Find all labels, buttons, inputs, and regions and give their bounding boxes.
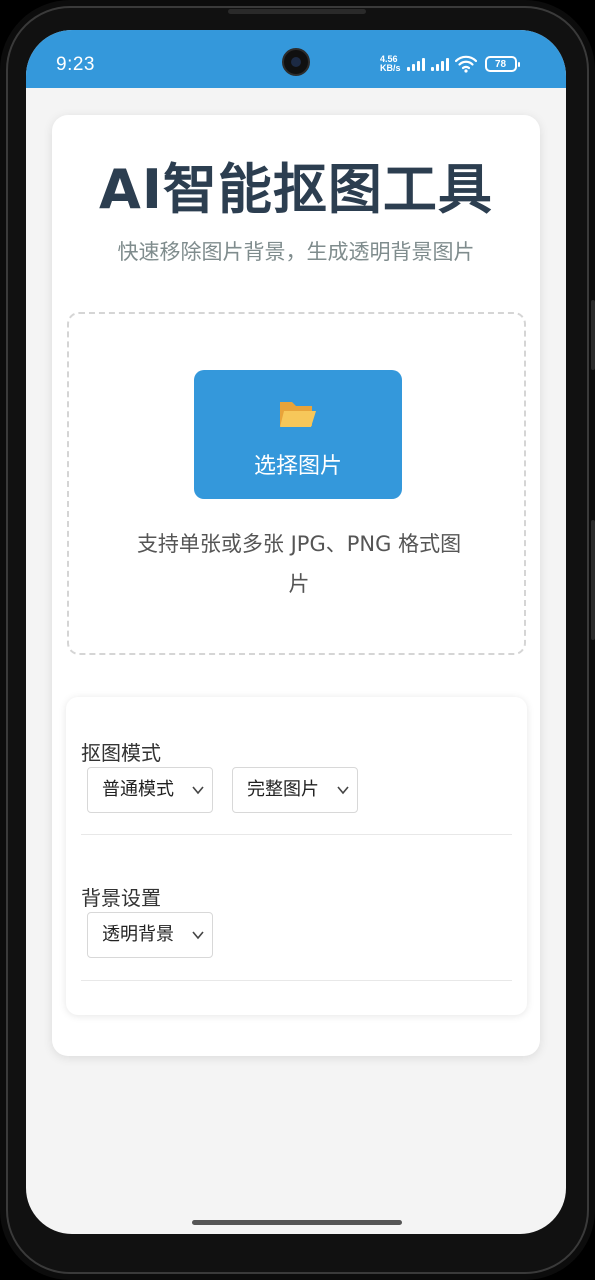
signal-icon (406, 57, 425, 71)
divider (81, 980, 512, 981)
chevron-down-icon (337, 786, 349, 795)
chevron-down-icon (192, 931, 204, 940)
battery-level: 78 (494, 58, 507, 70)
status-bar: 9:23 4.56 KB/s 78 (26, 30, 566, 88)
network-speed: 4.56 KB/s (380, 55, 401, 73)
upload-hint: 支持单张或多张 JPG、PNG 格式图片 (136, 532, 462, 596)
screen: 9:23 4.56 KB/s 78 AI智能抠图工具 快速移除图片背景，生成透明… (26, 30, 566, 1234)
select-image-button[interactable]: 选择图片 (194, 370, 402, 499)
scope-select[interactable]: 完整图片 (232, 767, 358, 813)
mode-select[interactable]: 普通模式 (87, 767, 213, 813)
home-indicator[interactable] (192, 1220, 402, 1225)
battery-icon: 78 (484, 56, 520, 72)
background-label: 背景设置 (81, 886, 161, 910)
status-icons: 4.56 KB/s 78 (380, 52, 520, 76)
wifi-icon (454, 55, 477, 73)
network-speed-unit: KB/s (380, 63, 401, 73)
scope-select-value: 完整图片 (247, 779, 319, 800)
settings-panel: 抠图模式 普通模式 完整图片 背景设置 透明背景 (66, 697, 527, 1015)
folder-open-icon (280, 402, 316, 427)
select-image-label: 选择图片 (253, 454, 342, 479)
status-time: 9:23 (56, 54, 95, 75)
upload-dropzone[interactable]: 选择图片 支持单张或多张 JPG、PNG 格式图片 (67, 312, 526, 655)
power-button (591, 520, 595, 640)
divider (81, 834, 512, 835)
mode-select-value: 普通模式 (102, 779, 174, 800)
mode-label: 抠图模式 (81, 741, 161, 765)
main-card: AI智能抠图工具 快速移除图片背景，生成透明背景图片 选择图片 支持单张或多张 … (52, 115, 540, 1056)
front-camera (282, 48, 310, 76)
chevron-down-icon (192, 786, 204, 795)
phone-frame: 9:23 4.56 KB/s 78 AI智能抠图工具 快速移除图片背景，生成透明… (0, 0, 595, 1280)
page-title: AI智能抠图工具 (99, 158, 493, 221)
volume-button (591, 300, 595, 370)
earpiece-speaker (228, 9, 366, 14)
background-select[interactable]: 透明背景 (87, 912, 213, 958)
background-select-value: 透明背景 (102, 924, 174, 945)
signal-icon (430, 57, 449, 71)
page-subtitle: 快速移除图片背景，生成透明背景图片 (117, 240, 475, 264)
